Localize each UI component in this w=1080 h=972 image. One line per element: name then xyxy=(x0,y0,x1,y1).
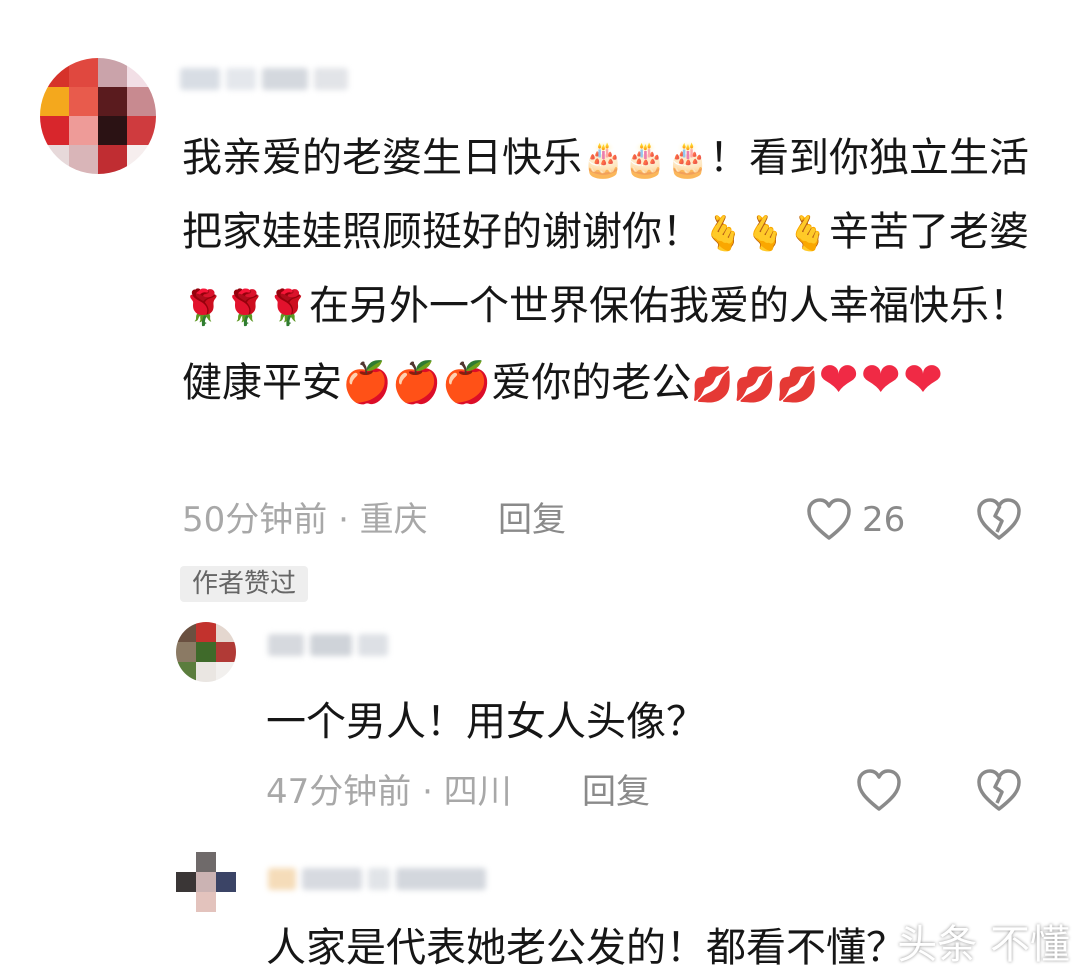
username[interactable] xyxy=(268,868,486,890)
finger-heart-icon: 🫰🫰🫰 xyxy=(702,214,830,254)
broken-heart-icon[interactable] xyxy=(975,767,1023,813)
comment-page: 我亲爱的老婆生日快乐🎂🎂🎂！看到你独立生活把家娃娃照顾挺好的谢谢你！🫰🫰🫰辛苦了… xyxy=(0,0,1080,972)
reply-button[interactable]: 回复 xyxy=(582,770,650,814)
apple-icon: 🍎🍎🍎 xyxy=(342,360,492,406)
comment-text: 我亲爱的老婆生日快乐🎂🎂🎂！看到你独立生活把家娃娃照顾挺好的谢谢你！🫰🫰🫰辛苦了… xyxy=(182,135,1030,408)
red-heart-icon: ❤❤❤ xyxy=(818,352,946,408)
broken-heart-icon[interactable] xyxy=(975,496,1023,542)
kiss-mark-icon: 💋💋💋 xyxy=(691,365,819,405)
heart-outline-icon[interactable] xyxy=(855,767,903,813)
avatar[interactable] xyxy=(40,58,156,174)
avatar[interactable] xyxy=(176,852,236,912)
comment-text: 一个男人！用女人头像？ xyxy=(266,699,706,745)
author-liked-badge: 作者赞过 xyxy=(180,566,309,602)
like-count: 26 xyxy=(862,500,906,540)
avatar[interactable] xyxy=(176,622,236,682)
username[interactable] xyxy=(180,68,348,90)
username[interactable] xyxy=(268,634,388,656)
timestamp-location: 47分钟前 · 四川 xyxy=(266,772,512,812)
reply-button[interactable]: 回复 xyxy=(498,498,566,542)
watermark: 头条 不懂 xyxy=(897,922,1070,968)
timestamp-location: 50分钟前 · 重庆 xyxy=(182,500,428,540)
heart-outline-icon[interactable] xyxy=(805,496,853,542)
rose-icon: 🌹🌹🌹 xyxy=(182,288,310,328)
birthday-cake-icon: 🎂🎂🎂 xyxy=(582,140,710,180)
